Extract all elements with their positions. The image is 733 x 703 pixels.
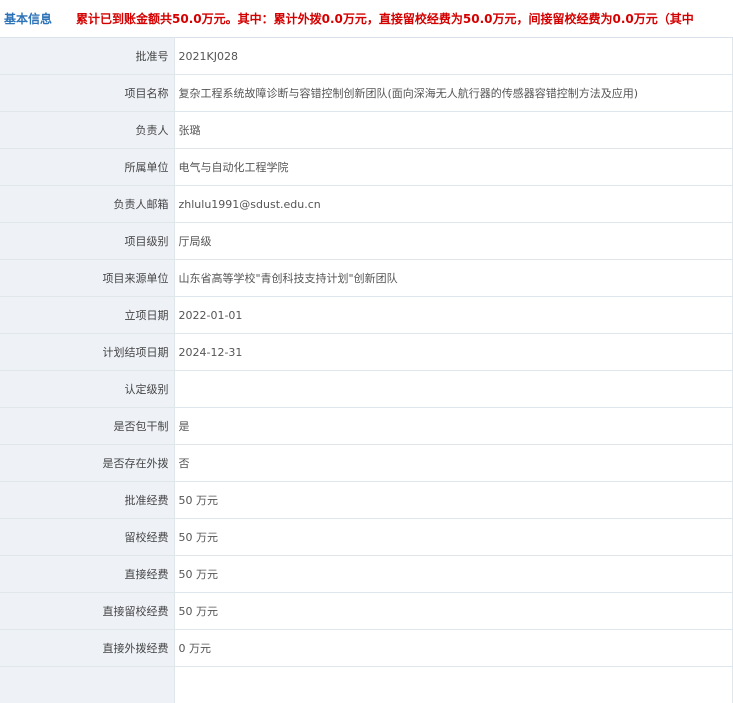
field-value bbox=[174, 371, 733, 408]
field-value: 2022-01-01 bbox=[174, 297, 733, 334]
field-value: 是 bbox=[174, 408, 733, 445]
field-label: 立项日期 bbox=[0, 297, 174, 334]
field-label: 是否包干制 bbox=[0, 408, 174, 445]
field-value: 2021KJ028 bbox=[174, 38, 733, 75]
table-row: 是否存在外拨 否 bbox=[0, 445, 733, 482]
table-row: 所属单位 电气与自动化工程学院 bbox=[0, 149, 733, 186]
table-row: 认定级别 bbox=[0, 371, 733, 408]
field-label: 直接留校经费 bbox=[0, 593, 174, 630]
field-value: zhlulu1991@sdust.edu.cn bbox=[174, 186, 733, 223]
field-label: 项目名称 bbox=[0, 75, 174, 112]
info-header: 基本信息 累计已到账金额共50.0万元。其中：累计外拨0.0万元，直接留校经费为… bbox=[0, 0, 733, 38]
field-label: 计划结项日期 bbox=[0, 334, 174, 371]
table-row: 批准号 2021KJ028 bbox=[0, 38, 733, 75]
field-value: 0 万元 bbox=[174, 630, 733, 667]
field-label: 直接经费 bbox=[0, 556, 174, 593]
field-value: 50 万元 bbox=[174, 519, 733, 556]
field-label: 所属单位 bbox=[0, 149, 174, 186]
table-row: 项目级别 厅局级 bbox=[0, 223, 733, 260]
table-row: 是否包干制 是 bbox=[0, 408, 733, 445]
table-row bbox=[0, 667, 733, 703]
field-value: 张璐 bbox=[174, 112, 733, 149]
field-label: 批准号 bbox=[0, 38, 174, 75]
field-value: 50 万元 bbox=[174, 482, 733, 519]
table-row: 直接留校经费 50 万元 bbox=[0, 593, 733, 630]
table-row: 负责人邮箱 zhlulu1991@sdust.edu.cn bbox=[0, 186, 733, 223]
table-row: 项目名称 复杂工程系统故障诊断与容错控制创新团队(面向深海无人航行器的传感器容错… bbox=[0, 75, 733, 112]
field-value: 50 万元 bbox=[174, 556, 733, 593]
table-row: 计划结项日期 2024-12-31 bbox=[0, 334, 733, 371]
field-value: 50 万元 bbox=[174, 593, 733, 630]
table-row: 项目来源单位 山东省高等学校"青创科技支持计划"创新团队 bbox=[0, 260, 733, 297]
field-value: 电气与自动化工程学院 bbox=[174, 149, 733, 186]
funding-summary: 累计已到账金额共50.0万元。其中：累计外拨0.0万元，直接留校经费为50.0万… bbox=[76, 10, 694, 27]
table-row: 批准经费 50 万元 bbox=[0, 482, 733, 519]
field-label: 批准经费 bbox=[0, 482, 174, 519]
field-label: 认定级别 bbox=[0, 371, 174, 408]
field-label: 负责人邮箱 bbox=[0, 186, 174, 223]
table-row: 负责人 张璐 bbox=[0, 112, 733, 149]
field-label: 负责人 bbox=[0, 112, 174, 149]
section-title: 基本信息 bbox=[0, 10, 76, 27]
field-label: 项目来源单位 bbox=[0, 260, 174, 297]
field-label: 是否存在外拨 bbox=[0, 445, 174, 482]
project-info-table: 批准号 2021KJ028 项目名称 复杂工程系统故障诊断与容错控制创新团队(面… bbox=[0, 38, 733, 703]
field-label bbox=[0, 667, 174, 703]
field-label: 项目级别 bbox=[0, 223, 174, 260]
field-value: 否 bbox=[174, 445, 733, 482]
table-row: 留校经费 50 万元 bbox=[0, 519, 733, 556]
table-row: 立项日期 2022-01-01 bbox=[0, 297, 733, 334]
field-value bbox=[174, 667, 733, 703]
table-row: 直接外拨经费 0 万元 bbox=[0, 630, 733, 667]
field-label: 留校经费 bbox=[0, 519, 174, 556]
field-value: 山东省高等学校"青创科技支持计划"创新团队 bbox=[174, 260, 733, 297]
field-value: 复杂工程系统故障诊断与容错控制创新团队(面向深海无人航行器的传感器容错控制方法及… bbox=[174, 75, 733, 112]
table-row: 直接经费 50 万元 bbox=[0, 556, 733, 593]
field-value: 厅局级 bbox=[174, 223, 733, 260]
field-value: 2024-12-31 bbox=[174, 334, 733, 371]
field-label: 直接外拨经费 bbox=[0, 630, 174, 667]
